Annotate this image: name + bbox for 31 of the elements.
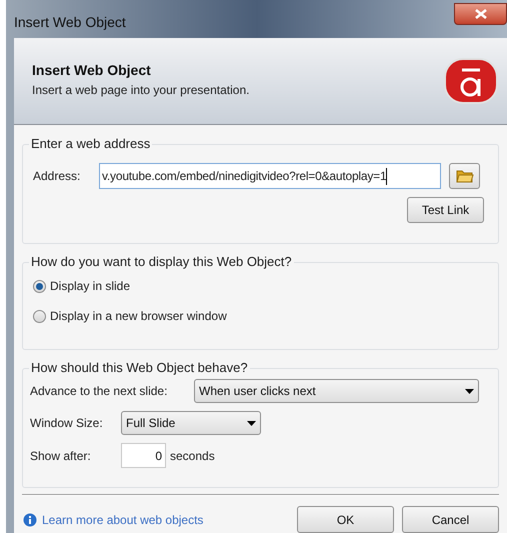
seconds-label: seconds (170, 448, 215, 464)
radio-label: Display in slide (50, 278, 130, 295)
dialog-button[interactable]: OK (297, 506, 394, 533)
window-size-dropdown[interactable]: Full Slide (121, 411, 261, 435)
window-size-label: Window Size: (30, 415, 104, 432)
window-title: Insert Web Object (14, 13, 126, 32)
header-subtitle: Insert a web page into your presentation. (32, 82, 250, 98)
group-legend: How should this Web Object behave? (29, 360, 250, 376)
folder-icon (456, 169, 474, 183)
browse-button[interactable] (449, 163, 480, 189)
info-icon (23, 512, 37, 526)
close-button[interactable] (454, 3, 507, 25)
test-link-button[interactable]: Test Link (407, 197, 484, 223)
address-field[interactable]: v.youtube.com/embed/ninedigitvideo?rel=0&autoplay=1 (99, 163, 441, 189)
radio-button[interactable] (33, 280, 46, 292)
group-legend: How do you want to display this Web Object? (29, 254, 294, 270)
show-after-label: Show after: (30, 448, 92, 464)
header-title: Insert Web Object (32, 60, 152, 80)
advance-dropdown[interactable]: When user clicks next (194, 379, 479, 403)
logo-icon (443, 57, 499, 105)
radio-label: Display in a new browser window (50, 308, 227, 325)
address-label: Address: (33, 168, 82, 185)
show-after-field[interactable]: 0 (121, 443, 166, 468)
learn-more-link[interactable]: Learn more about web objects (42, 510, 204, 528)
dialog-button[interactable]: Cancel (402, 506, 499, 533)
close-icon (474, 9, 486, 19)
advance-label: Advance to the next slide: (30, 383, 168, 400)
text-cursor (386, 168, 388, 184)
radio-button[interactable] (33, 310, 46, 322)
caret-icon (247, 420, 256, 426)
caret-icon (465, 388, 474, 394)
